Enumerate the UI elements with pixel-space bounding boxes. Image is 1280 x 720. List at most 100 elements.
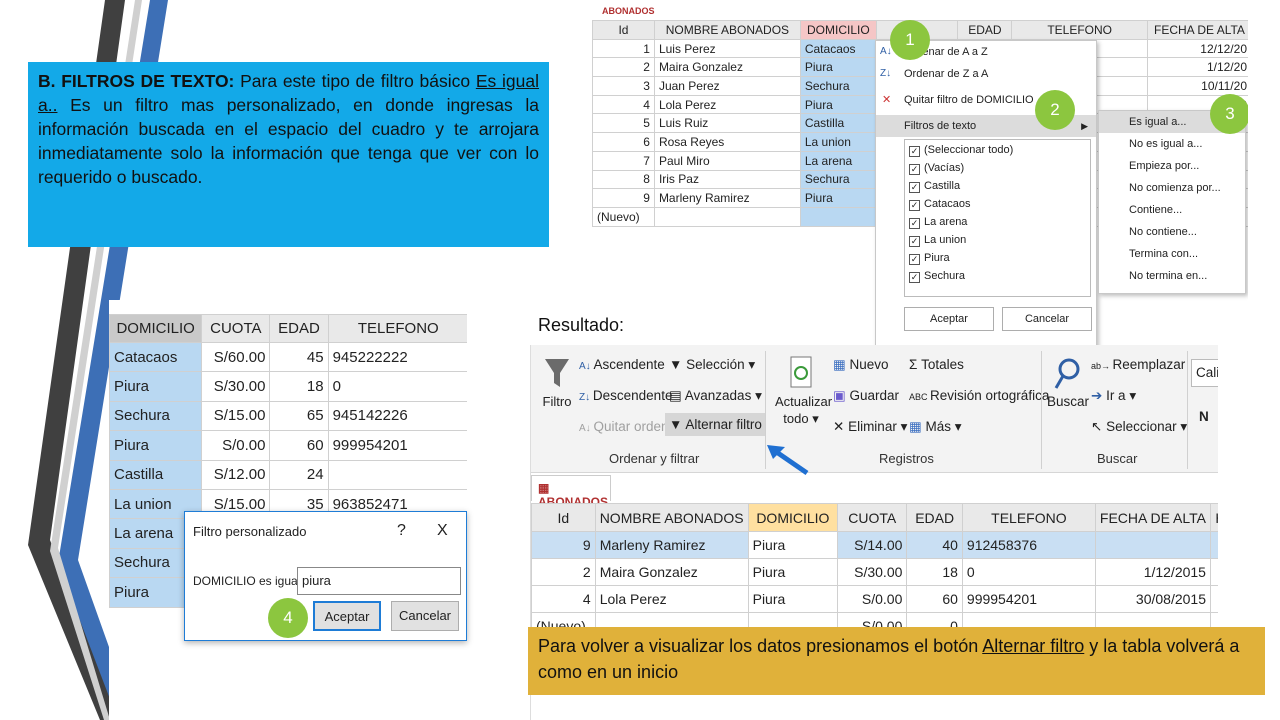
resultado-label: Resultado: [538, 315, 625, 335]
table-row[interactable]: Piura S/30.00 18 0 [109, 371, 467, 402]
filter-menu: A↓ Ordenar de A a Z Z↓ Ordenar de Z a A ✕ Q… [875, 40, 1097, 350]
bold-button[interactable]: N [1199, 409, 1209, 424]
rcol-telefono[interactable]: TELEFONO [961, 503, 1096, 532]
funnel-icon [545, 359, 569, 387]
quitar-orden-button[interactable]: A↓ Quitar orden [579, 419, 669, 434]
ir-a-button[interactable]: ➔ Ir a ▾ [1091, 388, 1136, 404]
submenu-item[interactable]: No termina en... [1099, 265, 1245, 287]
col-domicilio[interactable]: DOMICILIO [799, 20, 877, 40]
eliminar-button[interactable]: ✕ Eliminar ▾ [833, 419, 907, 435]
menu-ok-button[interactable]: Aceptar [904, 307, 994, 331]
checklist-item[interactable]: ✓ Sechura [909, 270, 1086, 288]
sigma-icon: Σ [909, 357, 922, 372]
checkbox-icon[interactable]: ✓ [909, 164, 920, 175]
goto-icon: ➔ [1091, 388, 1107, 403]
lcol-cuota[interactable]: CUOTA [201, 314, 271, 343]
submenu-item[interactable]: Empieza por... [1099, 155, 1245, 177]
seleccionar-button[interactable]: ↖ Seleccionar ▾ [1091, 419, 1187, 435]
lcol-domicilio[interactable]: DOMICILIO [109, 314, 203, 343]
table-row[interactable]: Castilla S/12.00 24 [109, 459, 467, 490]
rcol-cuota[interactable]: CUOTA [837, 503, 908, 532]
ribbon: Filtro A↓ Ascendente Z↓ Descendente A↓ Q… [531, 345, 1218, 476]
table-row[interactable]: Piura S/0.00 60 999954201 [109, 430, 467, 461]
close-icon[interactable]: X [437, 522, 448, 540]
dialog-ok-button[interactable]: Aceptar [313, 601, 381, 631]
table-icon: ▦ [538, 481, 550, 495]
result-table: Id NOMBRE ABONADOS DOMICILIO CUOTA EDAD … [531, 503, 1218, 640]
table-row[interactable]: Catacaos S/60.00 45 945222222 [109, 341, 467, 373]
step-badge-3: 3 [1210, 94, 1248, 134]
info-text-2: Es un filtro mas personalizado, en donde… [38, 94, 539, 187]
checklist-item[interactable]: ✓ Piura [909, 252, 1086, 270]
sort-za-icon: Z↓ [880, 68, 892, 79]
spelling-icon: ABC [909, 392, 931, 402]
menu-cancel-button[interactable]: Cancelar [1002, 307, 1092, 331]
tab-abonados[interactable]: ABONADOS [592, 6, 672, 18]
checkbox-icon[interactable]: ✓ [909, 272, 920, 283]
delete-icon: ✕ [833, 419, 849, 434]
buscar-button[interactable]: Buscar [1047, 357, 1089, 409]
submenu-item[interactable]: Contiene... [1099, 199, 1245, 221]
checkbox-icon[interactable]: ✓ [909, 236, 920, 247]
totales-button[interactable]: Σ Totales [909, 357, 964, 372]
menu-sort-za[interactable]: Z↓ Ordenar de Z a A [876, 63, 1096, 85]
submenu-item[interactable]: No contiene... [1099, 221, 1245, 243]
checklist-item[interactable]: ✓ (Vacías) [909, 162, 1086, 180]
mas-button[interactable]: ▦ Más ▾ [909, 419, 962, 435]
col-telefono[interactable]: TELEFONO [1011, 20, 1148, 40]
filter-value-input[interactable]: piura [297, 567, 461, 595]
group-buscar: Buscar [1097, 451, 1138, 466]
checkbox-icon[interactable]: ✓ [909, 254, 920, 265]
help-icon[interactable]: ? [397, 522, 406, 540]
col-fecha[interactable]: FECHA DE ALTA [1146, 20, 1248, 40]
submenu-arrow-icon: ▶ [1081, 121, 1088, 131]
checklist-item[interactable]: ✓ Castilla [909, 180, 1086, 198]
rcol-domicilio[interactable]: DOMICILIO [747, 503, 839, 532]
custom-filter-screenshot: DOMICILIO CUOTA EDAD TELEFONO Catacaos S… [109, 300, 467, 720]
filtro-button[interactable]: Filtro [539, 355, 575, 409]
table-row[interactable]: 9 Marleny Ramirez Piura S/14.00 40 91245… [531, 531, 1218, 559]
checklist-item[interactable]: ✓ La union [909, 234, 1086, 252]
checkbox-icon[interactable]: ✓ [909, 146, 920, 157]
checkbox-icon[interactable]: ✓ [909, 218, 920, 229]
font-box[interactable]: Cali [1191, 359, 1218, 387]
submenu-item[interactable]: No comienza por... [1099, 177, 1245, 199]
checklist-item[interactable]: ✓ (Seleccionar todo) [909, 144, 1086, 162]
nuevo-button[interactable]: ▦ Nuevo [833, 357, 889, 373]
actualizar-button[interactable]: Actualizar todo ▾ [775, 355, 832, 428]
rcol-id[interactable]: Id [531, 503, 596, 532]
checklist-item[interactable]: ✓ Catacaos [909, 198, 1086, 216]
submenu-item[interactable]: No es igual a... [1099, 133, 1245, 155]
alternar-filtro-button[interactable]: ▼ Alternar filtro [665, 413, 766, 436]
group-ordenar: Ordenar y filtrar [609, 451, 700, 466]
seleccion-button[interactable]: ▼ Selección ▾ [669, 357, 755, 373]
reemplazar-button[interactable]: ab→ Reemplazar [1091, 357, 1185, 372]
checklist-item[interactable]: ✓ La arena [909, 216, 1086, 234]
lcol-edad[interactable]: EDAD [269, 314, 329, 343]
table-row[interactable]: 4 Lola Perez Piura S/0.00 60 999954201 3… [531, 585, 1218, 613]
col-id[interactable]: Id [592, 20, 655, 40]
checkbox-icon[interactable]: ✓ [909, 182, 920, 193]
table-row[interactable]: Sechura S/15.00 65 945142226 [109, 400, 467, 432]
col-nombre[interactable]: NOMBRE ABONADOS [653, 20, 801, 40]
result-tab[interactable]: ▦ ABONADOS [531, 475, 611, 509]
descendente-button[interactable]: Z↓ Descendente [579, 388, 672, 403]
table-row[interactable]: 2 Maira Gonzalez Piura S/30.00 18 0 1/12… [531, 558, 1218, 586]
step-badge-4: 4 [268, 598, 308, 638]
ascendente-button[interactable]: A↓ Ascendente [579, 357, 665, 372]
rcol-fecha[interactable]: FECHA DE ALTA [1094, 503, 1211, 532]
dialog-cancel-button[interactable]: Cancelar [391, 601, 459, 631]
sort-desc-icon: Z↓ [579, 392, 593, 403]
rcol-h[interactable]: H [1209, 503, 1218, 532]
step-badge-2: 2 [1035, 90, 1075, 130]
checkbox-icon[interactable]: ✓ [909, 200, 920, 211]
submenu-item[interactable]: Termina con... [1099, 243, 1245, 265]
col-edad[interactable]: EDAD [957, 20, 1013, 40]
rcol-edad[interactable]: EDAD [906, 503, 963, 532]
revision-button[interactable]: ABC Revisión ortográfica [909, 388, 1049, 403]
avanzadas-button[interactable]: ▤ Avanzadas ▾ [669, 388, 762, 404]
rcol-nombre[interactable]: NOMBRE ABONADOS [594, 503, 749, 532]
lcol-telefono[interactable]: TELEFONO [327, 314, 467, 343]
guardar-button[interactable]: ▣ Guardar [833, 388, 899, 404]
dialog-title: Filtro personalizado [193, 524, 307, 539]
